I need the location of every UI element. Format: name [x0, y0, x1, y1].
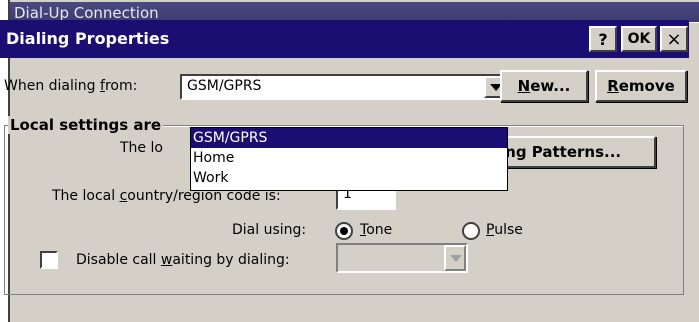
- pulse-label[interactable]: Pulse: [486, 222, 523, 238]
- new-location-button[interactable]: New...: [500, 70, 588, 102]
- call-waiting-checkbox[interactable]: [40, 251, 58, 269]
- dialog-titlebar[interactable]: Dialing Properties ? OK ×: [0, 20, 689, 58]
- dialog-title: Dialing Properties: [6, 29, 170, 48]
- tone-radio[interactable]: [335, 222, 353, 240]
- pulse-radio[interactable]: [462, 222, 480, 240]
- dialing-from-value: GSM/GPRS: [187, 78, 262, 94]
- close-button[interactable]: ×: [660, 26, 688, 52]
- dialing-from-dropdown-list[interactable]: GSM/GPRS Home Work: [190, 127, 508, 191]
- dropdown-option[interactable]: GSM/GPRS: [191, 128, 507, 148]
- call-waiting-label[interactable]: Disable call waiting by dialing:: [76, 252, 290, 268]
- ok-button[interactable]: OK: [621, 26, 657, 52]
- area-code-label: The lo: [120, 140, 163, 156]
- remove-location-button[interactable]: Remove: [595, 70, 687, 102]
- dialing-from-label: When dialing from:: [4, 78, 138, 94]
- help-button[interactable]: ?: [589, 26, 617, 52]
- dropdown-option[interactable]: Work: [191, 168, 507, 188]
- dial-using-label: Dial using:: [232, 222, 307, 238]
- local-settings-title: Local settings are: [8, 116, 164, 134]
- chevron-down-icon: [444, 245, 466, 271]
- call-waiting-code-select: [336, 243, 468, 273]
- dropdown-option[interactable]: Home: [191, 148, 507, 168]
- dialing-from-select[interactable]: GSM/GPRS: [180, 74, 508, 100]
- tone-label[interactable]: Tone: [360, 222, 392, 238]
